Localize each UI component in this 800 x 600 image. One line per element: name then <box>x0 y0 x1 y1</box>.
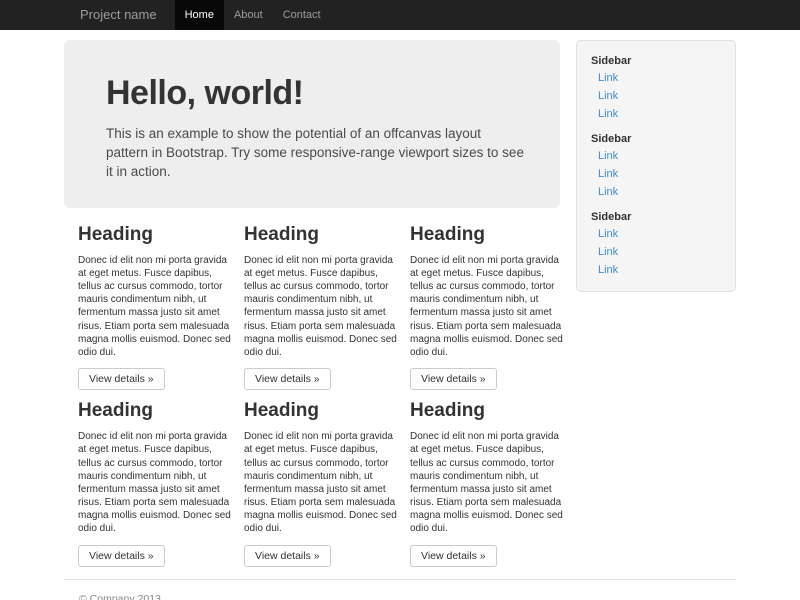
footer: © Company 2013 <box>64 579 736 600</box>
feature-heading: Heading <box>410 400 564 422</box>
jumbotron-text: This is an example to show the potential… <box>106 125 524 182</box>
view-details-button[interactable]: View details » <box>244 368 331 390</box>
sidebar-link[interactable]: Link <box>577 69 735 87</box>
brand-link[interactable]: Project name <box>64 0 175 30</box>
navbar: Project name Home About Contact <box>0 0 800 30</box>
sidebar-link[interactable]: Link <box>577 105 735 123</box>
feature-text: Donec id elit non mi porta gravida at eg… <box>244 430 398 536</box>
feature-heading: Heading <box>244 400 398 422</box>
sidebar-well: Sidebar Link Link Link Sidebar Link Link… <box>576 40 736 292</box>
nav-item-contact[interactable]: Contact <box>273 0 331 30</box>
sidebar-group-header: Sidebar <box>577 129 735 147</box>
navbar-menu: Home About Contact <box>175 0 331 30</box>
sidebar-column: Sidebar Link Link Link Sidebar Link Link… <box>576 40 736 567</box>
features-row-2: Heading Donec id elit non mi porta gravi… <box>64 400 576 567</box>
feature-text: Donec id elit non mi porta gravida at eg… <box>78 254 232 360</box>
feature-card: Heading Donec id elit non mi porta gravi… <box>410 400 564 567</box>
sidebar-group: Sidebar Link Link Link <box>577 129 735 201</box>
feature-heading: Heading <box>78 400 232 422</box>
navbar-inner: Project name Home About Contact <box>64 0 736 30</box>
sidebar-link[interactable]: Link <box>577 165 735 183</box>
feature-card: Heading Donec id elit non mi porta gravi… <box>244 400 398 567</box>
sidebar-link[interactable]: Link <box>577 87 735 105</box>
sidebar-group-header: Sidebar <box>577 51 735 69</box>
view-details-button[interactable]: View details » <box>244 545 331 567</box>
sidebar-link[interactable]: Link <box>577 261 735 279</box>
page-title: Hello, world! <box>106 74 524 113</box>
sidebar-link[interactable]: Link <box>577 183 735 201</box>
feature-text: Donec id elit non mi porta gravida at eg… <box>244 254 398 360</box>
feature-card: Heading Donec id elit non mi porta gravi… <box>78 224 232 391</box>
feature-card: Heading Donec id elit non mi porta gravi… <box>244 224 398 391</box>
feature-text: Donec id elit non mi porta gravida at eg… <box>410 254 564 360</box>
copyright-text: © Company 2013 <box>79 593 736 600</box>
sidebar-group-header: Sidebar <box>577 207 735 225</box>
sidebar-link[interactable]: Link <box>577 243 735 261</box>
jumbotron: Hello, world! This is an example to show… <box>64 40 560 208</box>
sidebar-group: Sidebar Link Link Link <box>577 207 735 279</box>
main-column: Hello, world! This is an example to show… <box>64 40 576 567</box>
view-details-button[interactable]: View details » <box>410 545 497 567</box>
main-container: Hello, world! This is an example to show… <box>64 40 736 567</box>
view-details-button[interactable]: View details » <box>78 368 165 390</box>
sidebar-link[interactable]: Link <box>577 147 735 165</box>
feature-heading: Heading <box>410 224 564 246</box>
feature-card: Heading Donec id elit non mi porta gravi… <box>78 400 232 567</box>
view-details-button[interactable]: View details » <box>410 368 497 390</box>
feature-text: Donec id elit non mi porta gravida at eg… <box>410 430 564 536</box>
feature-text: Donec id elit non mi porta gravida at eg… <box>78 430 232 536</box>
nav-item-about[interactable]: About <box>224 0 273 30</box>
features-row-1: Heading Donec id elit non mi porta gravi… <box>64 224 576 391</box>
sidebar-link[interactable]: Link <box>577 225 735 243</box>
page: Project name Home About Contact Hello, w… <box>0 0 800 600</box>
feature-heading: Heading <box>244 224 398 246</box>
nav-item-home[interactable]: Home <box>175 0 224 30</box>
sidebar-group: Sidebar Link Link Link <box>577 51 735 123</box>
view-details-button[interactable]: View details » <box>78 545 165 567</box>
feature-heading: Heading <box>78 224 232 246</box>
feature-card: Heading Donec id elit non mi porta gravi… <box>410 224 564 391</box>
